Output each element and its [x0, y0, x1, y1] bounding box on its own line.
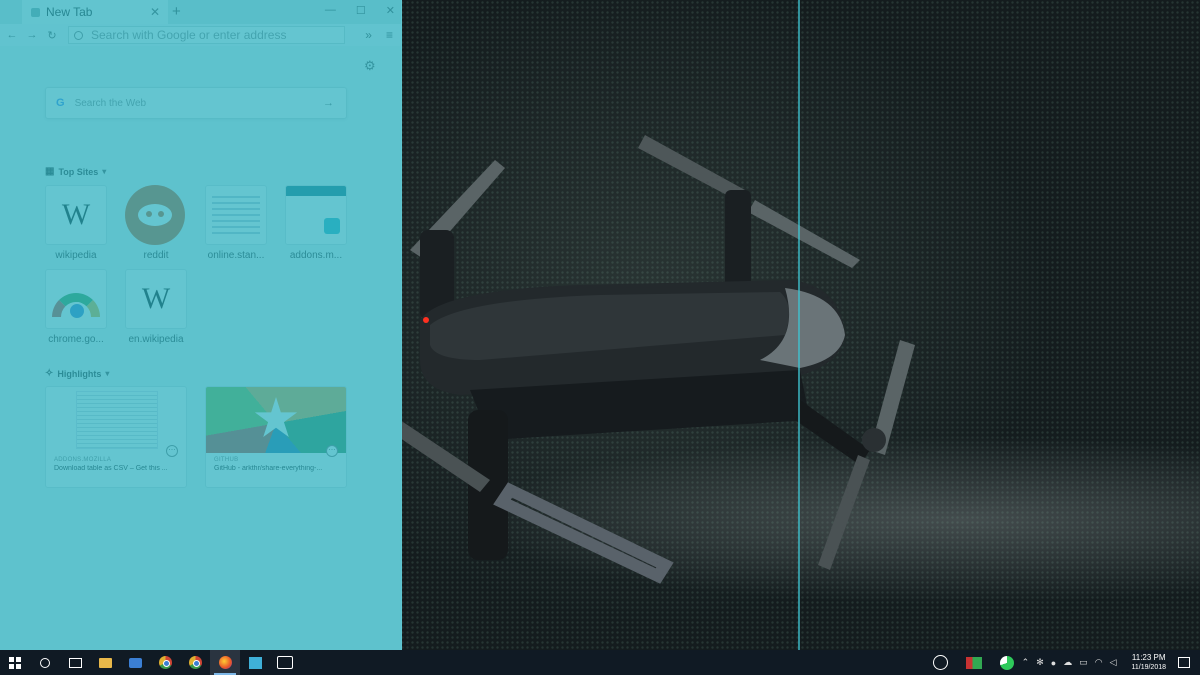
taskbar-app-button[interactable]: [240, 650, 270, 675]
search-go-arrow-icon[interactable]: →: [323, 97, 334, 109]
top-site-chrome[interactable]: chrome.go...: [45, 269, 107, 345]
app-icon: [128, 657, 142, 668]
volume-icon[interactable]: ◁: [1110, 657, 1117, 668]
chrome-taskbar-button[interactable]: [150, 650, 180, 675]
start-button[interactable]: [0, 650, 30, 675]
highlight-card[interactable]: ⋯ GITHUB GitHub - arkthr/share-everythin…: [205, 386, 347, 488]
minimize-button[interactable]: —: [325, 4, 336, 17]
google-logo-icon: G: [56, 97, 65, 109]
highlights-header[interactable]: ✧ Highlights ▾: [45, 368, 109, 379]
pie-tray-icon[interactable]: [999, 655, 1014, 670]
addons-thumbnail-icon: [285, 185, 347, 245]
drop-tray-icon[interactable]: ●: [1051, 658, 1056, 668]
highlight-title: Download table as CSV – Get this ...: [54, 465, 168, 472]
chrome-taskbar-button[interactable]: [180, 650, 210, 675]
grid-icon: ▦: [45, 166, 55, 177]
navigation-toolbar: ← → ↻ Search with Google or enter addres…: [0, 24, 401, 46]
top-site-label: addons.m...: [289, 250, 343, 261]
top-sites-label: Top Sites: [58, 166, 99, 177]
close-window-button[interactable]: ✕: [386, 4, 395, 17]
drone-image: [400, 135, 915, 584]
tab-new-tab[interactable]: New Tab ✕: [22, 0, 168, 24]
taskbar-app-button[interactable]: [120, 650, 150, 675]
hamburger-menu-icon[interactable]: ≡: [386, 28, 393, 42]
address-placeholder: Search with Google or enter address: [91, 28, 287, 42]
wikipedia-w-icon: W: [45, 185, 107, 245]
context-menu-icon[interactable]: ⋯: [326, 445, 338, 457]
reload-icon[interactable]: ↻: [44, 29, 60, 42]
chevron-down-icon: ▾: [102, 167, 107, 176]
chrome-icon: [158, 656, 172, 669]
clock-time: 11:23 PM: [1131, 652, 1166, 662]
wikipedia-w-icon: W: [125, 269, 187, 329]
reddit-alien-icon: [125, 185, 185, 245]
page-thumbnail-icon: [205, 185, 267, 245]
app-icon: [248, 656, 262, 669]
gear-tray-icon[interactable]: ✻: [1036, 657, 1044, 668]
chrome-logo-icon: [45, 269, 107, 329]
cortana-icon: [40, 657, 50, 668]
tab-strip: New Tab ✕ + — ☐ ✕: [0, 0, 401, 24]
task-view-icon: [68, 657, 82, 668]
clock[interactable]: 11:23 PM 11/19/2018: [1131, 653, 1166, 673]
top-site-online-stan[interactable]: online.stan...: [205, 185, 267, 261]
top-site-label: chrome.go...: [48, 334, 104, 345]
chevron-down-icon: ▾: [105, 369, 110, 378]
firefox-taskbar-button[interactable]: [210, 650, 240, 675]
highlight-source: ADDONS.MOZILLA: [54, 457, 112, 463]
file-explorer-button[interactable]: [90, 650, 120, 675]
chevron-up-icon[interactable]: ⌃: [1022, 657, 1030, 668]
top-sites-header[interactable]: ▦ Top Sites ▾: [45, 166, 106, 177]
web-search-placeholder: Search the Web: [74, 97, 147, 109]
tab-favicon-icon: [31, 7, 40, 17]
web-search-box[interactable]: G Search the Web →: [45, 87, 347, 119]
circle-tray-icon[interactable]: [932, 655, 948, 670]
folder-icon: [98, 657, 112, 668]
overflow-chevron-icon[interactable]: »: [365, 28, 372, 42]
highlight-source: GITHUB: [214, 457, 239, 463]
task-view-button[interactable]: [60, 650, 90, 675]
sparkle-icon: ✧: [45, 368, 54, 379]
top-site-label: online.stan...: [207, 250, 265, 261]
window-controls: — ☐ ✕: [325, 4, 395, 17]
photos-taskbar-button[interactable]: [270, 650, 300, 675]
chrome-icon: [188, 656, 202, 669]
notification-icon[interactable]: [1178, 657, 1190, 668]
top-site-addons[interactable]: addons.m...: [285, 185, 347, 261]
cloud-tray-icon[interactable]: ☁: [1063, 657, 1072, 668]
photos-icon: [277, 656, 293, 669]
context-menu-icon[interactable]: ⋯: [166, 445, 178, 457]
battery-icon[interactable]: ▭: [1079, 657, 1088, 668]
firefox-icon: [218, 656, 232, 669]
new-tab-button[interactable]: +: [172, 3, 181, 20]
forward-arrow-icon[interactable]: →: [24, 29, 40, 41]
system-tray: ⌃ ✻ ● ☁ ▭ ◠ ◁ 11:23 PM 11/19/2018: [932, 650, 1200, 675]
highlight-thumbnail: [206, 387, 346, 453]
taskbar: ⌃ ✻ ● ☁ ▭ ◠ ◁ 11:23 PM 11/19/2018: [0, 650, 1200, 675]
highlight-card[interactable]: ⋯ ADDONS.MOZILLA Download table as CSV –…: [45, 386, 187, 488]
top-site-en-wikipedia[interactable]: W en.wikipedia: [125, 269, 187, 345]
top-site-label: wikipedia: [55, 250, 97, 261]
highlight-title: GitHub - arkthr/share-everything-...: [214, 465, 323, 472]
tab-close-icon[interactable]: ✕: [150, 5, 160, 19]
tab-title: New Tab: [46, 5, 93, 19]
snap-divider[interactable]: [798, 0, 800, 650]
top-site-reddit[interactable]: reddit: [125, 185, 187, 261]
wifi-icon[interactable]: ◠: [1095, 657, 1103, 668]
highlights-label: Highlights: [57, 368, 102, 379]
browser-window[interactable]: New Tab ✕ + — ☐ ✕ ← → ↻ Search with Goog…: [0, 0, 402, 650]
top-site-label: reddit: [143, 250, 169, 261]
address-bar[interactable]: Search with Google or enter address: [68, 26, 345, 44]
top-site-label: en.wikipedia: [128, 334, 184, 345]
maximize-button[interactable]: ☐: [356, 4, 366, 17]
gear-icon[interactable]: ⚙: [364, 58, 376, 74]
top-site-wikipedia[interactable]: W wikipedia: [45, 185, 107, 261]
windows-logo-icon: [9, 656, 21, 669]
cortana-button[interactable]: [30, 650, 60, 675]
highlight-thumbnail: [46, 387, 186, 453]
back-arrow-icon[interactable]: ←: [4, 29, 20, 41]
search-icon: [74, 30, 83, 40]
meter-tray-icon[interactable]: [965, 656, 982, 669]
clock-date: 11/19/2018: [1131, 663, 1166, 671]
